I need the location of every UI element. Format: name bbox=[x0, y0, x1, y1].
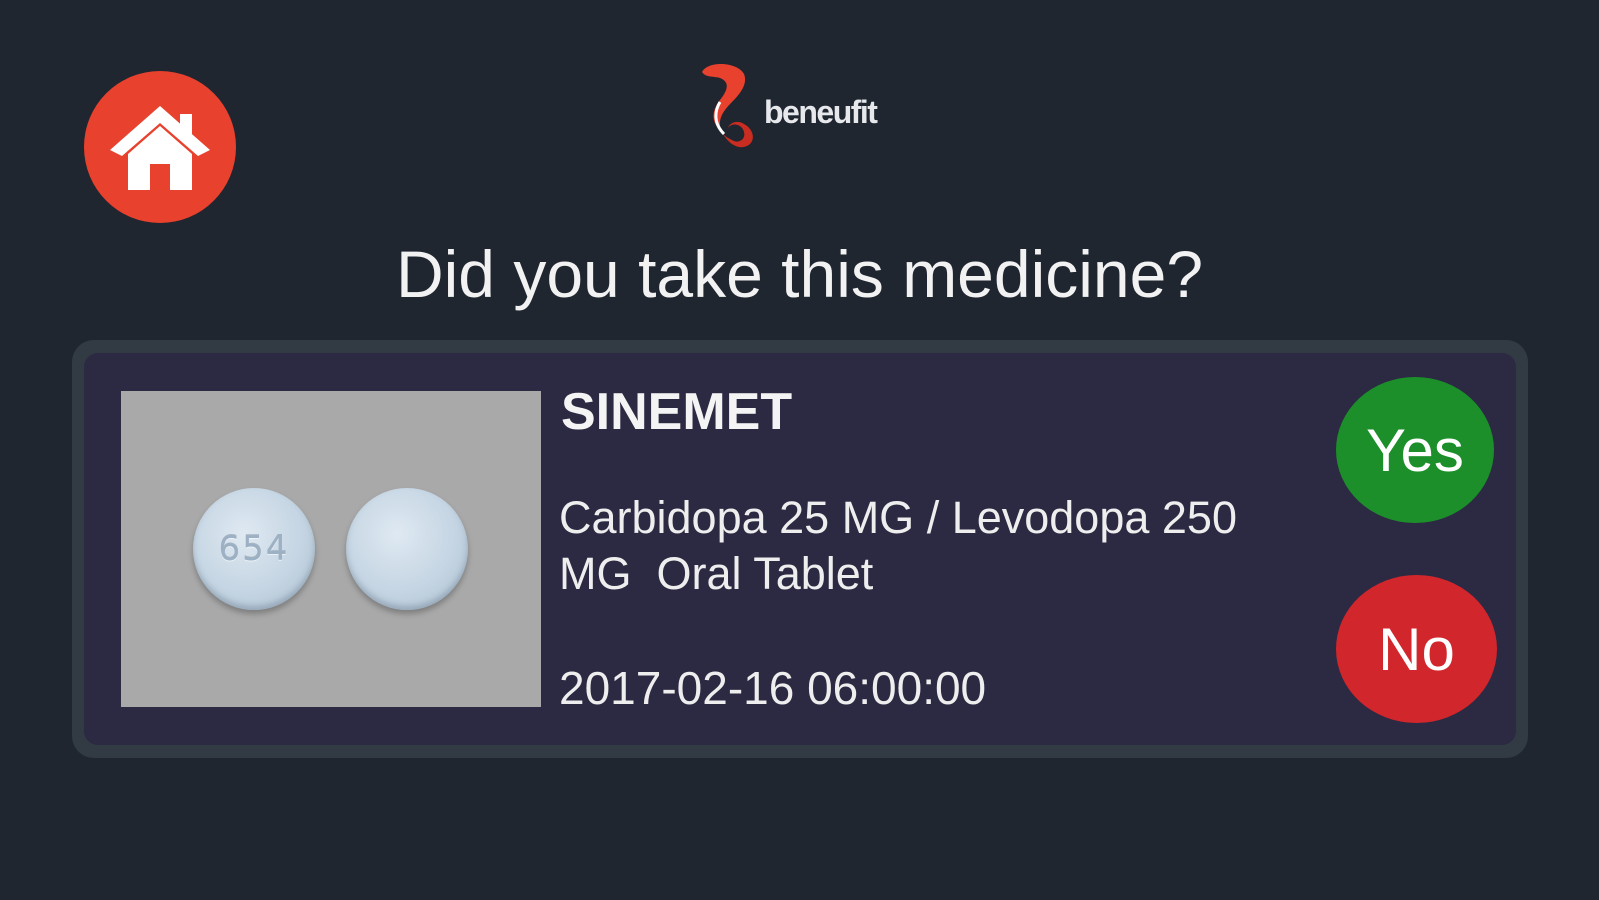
logo-text: beneufit bbox=[764, 93, 878, 130]
medication-name: SINEMET bbox=[561, 383, 793, 441]
home-button[interactable] bbox=[84, 71, 236, 223]
beneufit-logo: beneufit bbox=[698, 62, 878, 154]
medication-description: Carbidopa 25 MG / Levodopa 250 MG Oral T… bbox=[559, 492, 1237, 599]
yes-button[interactable]: Yes bbox=[1336, 377, 1494, 523]
question-heading: Did you take this medicine? bbox=[395, 237, 1204, 311]
pill-imprint: 654 bbox=[218, 529, 290, 569]
home-icon bbox=[110, 106, 210, 190]
medication-scheduled-time: 2017-02-16 06:00:00 bbox=[559, 662, 987, 714]
no-button[interactable]: No bbox=[1336, 575, 1497, 723]
pill-plain bbox=[346, 488, 468, 610]
pill-imprinted: 654 bbox=[193, 488, 315, 610]
pill-image: 654 bbox=[121, 391, 541, 707]
medication-confirmation-screen: beneufit Did you take this medicine? 654… bbox=[0, 0, 1599, 900]
beneufit-logo-mark bbox=[702, 63, 753, 148]
